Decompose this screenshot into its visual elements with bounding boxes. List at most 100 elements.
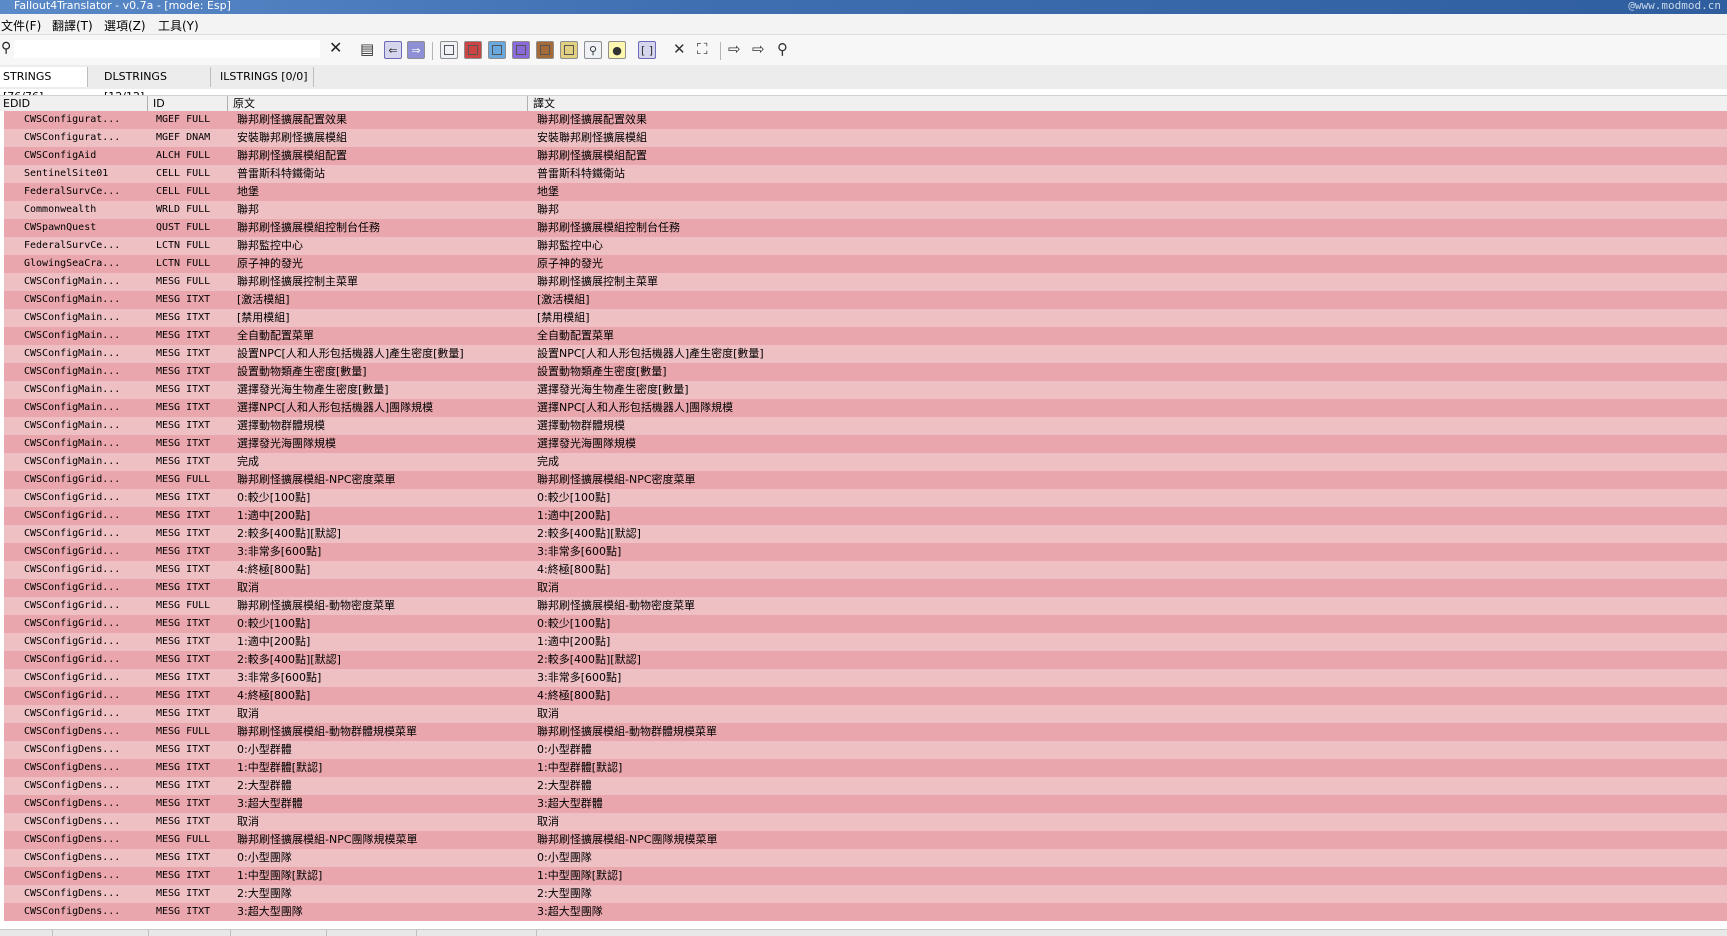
table-row[interactable]: CWSpawnQuest QUST FULL 聯邦刷怪擴展模組控制台任務 聯邦刷怪擴展… xyxy=(0,219,1727,237)
cell-source: 選擇NPC[人和人形包括機器人]團隊規模 xyxy=(237,401,434,414)
cell-edid: CWSConfigDens... xyxy=(24,852,121,863)
next-arrow-icon[interactable]: ⇒ xyxy=(407,41,425,59)
table-row[interactable]: CWSConfigGrid... MESG ITXT 4:終極[800點] 4:終極[… xyxy=(0,561,1727,579)
cell-id: MESG ITXT xyxy=(156,708,211,719)
lightbulb-icon[interactable]: ● xyxy=(608,41,626,59)
table-row[interactable]: SentinelSite01 CELL FULL 普雷斯科特鐵衛站 普雷斯科特鐵衛站 xyxy=(0,165,1727,183)
prev-arrow-icon[interactable]: ⇐ xyxy=(384,41,402,59)
yellow-list-icon[interactable] xyxy=(560,41,578,59)
table-row[interactable]: CWSConfigDens... MESG FULL 聯邦刷怪擴展模組-動物群體規模… xyxy=(0,723,1727,741)
cell-id: MESG ITXT xyxy=(156,618,211,629)
cell-edid: CWSConfigMain... xyxy=(24,330,121,341)
tree-view-icon[interactable]: ▤ xyxy=(360,40,374,58)
table-row[interactable]: CWSConfigDens... MESG ITXT 3:超大型群體 3:超大型群體 xyxy=(0,795,1727,813)
table-row[interactable]: CWSConfigGrid... MESG ITXT 1:適中[200點] 1:適中[… xyxy=(0,633,1727,651)
tab-dlstrings[interactable]: DLSTRINGS [12/12] xyxy=(101,67,211,103)
column-translation[interactable]: 譯文 xyxy=(530,96,1727,111)
cell-id: MESG FULL xyxy=(156,726,211,737)
cell-source: 選擇動物群體規模 xyxy=(237,419,325,432)
table-row[interactable]: CWSConfigMain... MESG ITXT 設置動物類產生密度[數量] 設置… xyxy=(0,363,1727,381)
table-row[interactable]: CWSConfigGrid... MESG ITXT 0:較少[100點] 0:較少[… xyxy=(0,615,1727,633)
column-edid[interactable]: EDID xyxy=(0,96,148,111)
cell-translation: 聯邦刷怪擴展控制主菜單 xyxy=(537,275,658,288)
table-row[interactable]: CWSConfigGrid... MESG ITXT 2:較多[400點][默認] 2… xyxy=(0,651,1727,669)
table-row[interactable]: CWSConfigMain... MESG ITXT 選擇發光海生物產生密度[數量]… xyxy=(0,381,1727,399)
cell-source: 取消 xyxy=(237,707,259,720)
cell-source: 完成 xyxy=(237,455,259,468)
table-row[interactable]: CWSConfigMain... MESG ITXT 全自動配置菜單 全自動配置菜單 xyxy=(0,327,1727,345)
table-row[interactable]: CWSConfigDens... MESG ITXT 2:大型團隊 2:大型團隊 xyxy=(0,885,1727,903)
cell-edid: FederalSurvCe... xyxy=(24,186,121,197)
cell-source: 3:超大型群體 xyxy=(237,797,303,810)
search-input[interactable] xyxy=(14,40,320,58)
table-row[interactable]: CWSConfigMain... MESG ITXT [激活模組] [激活模組] xyxy=(0,291,1727,309)
table-row[interactable]: CWSConfigGrid... MESG ITXT 3:非常多[600點] 3:非常… xyxy=(0,543,1727,561)
cell-translation: 0:小型團隊 xyxy=(537,851,592,864)
fullscreen-icon[interactable]: ⛶ xyxy=(697,40,708,58)
table-row[interactable]: CWSConfigGrid... MESG ITXT 3:非常多[600點] 3:非常… xyxy=(0,669,1727,687)
export-icon[interactable]: ⇨ xyxy=(728,40,741,58)
table-row[interactable]: CWSConfigAid ALCH FULL 聯邦刷怪擴展模組配置 聯邦刷怪擴展模組配… xyxy=(0,147,1727,165)
table-row[interactable]: CWSConfigGrid... MESG ITXT 1:適中[200點] 1:適中[… xyxy=(0,507,1727,525)
table-row[interactable]: CWSConfigMain... MESG ITXT 設置NPC[人和人形包括機器人… xyxy=(0,345,1727,363)
table-row[interactable]: CWSConfigMain... MESG ITXT 選擇動物群體規模 選擇動物群體規… xyxy=(0,417,1727,435)
delete-icon[interactable]: ✕ xyxy=(673,40,686,58)
table-row[interactable]: CWSConfigDens... MESG ITXT 0:小型群體 0:小型群體 xyxy=(0,741,1727,759)
table-row[interactable]: CWSConfigGrid... MESG ITXT 0:較少[100點] 0:較少[… xyxy=(0,489,1727,507)
tab-strings[interactable]: STRINGS [76/76] xyxy=(0,67,88,103)
list-view-icon[interactable] xyxy=(440,41,458,59)
bracket-icon[interactable]: [ ] xyxy=(638,41,656,59)
cell-id: MESG ITXT xyxy=(156,906,211,917)
search-zoom-icon[interactable]: ⚲ xyxy=(584,41,602,59)
table-row[interactable]: CWSConfigMain... MESG ITXT 完成 完成 xyxy=(0,453,1727,471)
column-id[interactable]: ID xyxy=(150,96,228,111)
clear-search-icon[interactable]: ✕ xyxy=(329,40,342,56)
cell-edid: CWSConfigMain... xyxy=(24,294,121,305)
table-row[interactable]: CWSConfigMain... MESG ITXT [禁用模組] [禁用模組] xyxy=(0,309,1727,327)
cell-id: MGEF FULL xyxy=(156,114,211,125)
table-row[interactable]: CWSConfigDens... MESG ITXT 0:小型團隊 0:小型團隊 xyxy=(0,849,1727,867)
cell-source: 聯邦刷怪擴展模組控制台任務 xyxy=(237,221,380,234)
tab-ilstrings[interactable]: ILSTRINGS [0/0] xyxy=(217,67,314,87)
cell-source: 0:較少[100點] xyxy=(237,617,311,630)
table-row[interactable]: GlowingSeaCra... LCTN FULL 原子神的發光 原子神的發光 xyxy=(0,255,1727,273)
cell-edid: CWSConfigDens... xyxy=(24,870,121,881)
find-user-icon[interactable]: ⚲ xyxy=(777,40,788,58)
table-row[interactable]: CWSConfigGrid... MESG FULL 聯邦刷怪擴展模組-動物密度菜單… xyxy=(0,597,1727,615)
red-box-icon[interactable] xyxy=(464,41,482,59)
export-alt-icon[interactable]: ⇨ xyxy=(752,40,765,58)
table-row[interactable]: Commonwealth WRLD FULL 聯邦 聯邦 xyxy=(0,201,1727,219)
table-row[interactable]: CWSConfigMain... MESG FULL 聯邦刷怪擴展控制主菜單 聯邦刷怪… xyxy=(0,273,1727,291)
table-row[interactable]: CWSConfigDens... MESG FULL 聯邦刷怪擴展模組-NPC團隊規… xyxy=(0,831,1727,849)
table-row[interactable]: CWSConfigDens... MESG ITXT 2:大型群體 2:大型群體 xyxy=(0,777,1727,795)
table-row[interactable]: CWSConfigMain... MESG ITXT 選擇發光海團隊規模 選擇發光海團… xyxy=(0,435,1727,453)
blue-list-icon[interactable] xyxy=(488,41,506,59)
column-source[interactable]: 原文 xyxy=(230,96,528,111)
cell-id: MESG FULL xyxy=(156,834,211,845)
cell-source: 1:中型群體[默認] xyxy=(237,761,323,774)
table-row[interactable]: CWSConfigDens... MESG ITXT 取消 取消 xyxy=(0,813,1727,831)
table-row[interactable]: FederalSurvCe... CELL FULL 地堡 地堡 xyxy=(0,183,1727,201)
cell-translation: 選擇發光海生物產生密度[數量] xyxy=(537,383,689,396)
menu-file[interactable]: 文件(F) xyxy=(1,17,41,34)
table-row[interactable]: CWSConfigGrid... MESG ITXT 取消 取消 xyxy=(0,705,1727,723)
brown-box-icon[interactable] xyxy=(536,41,554,59)
table-row[interactable]: CWSConfigurat... MGEF FULL 聯邦刷怪擴展配置效果 聯邦刷怪擴… xyxy=(0,111,1727,129)
table-row[interactable]: CWSConfigGrid... MESG ITXT 取消 取消 xyxy=(0,579,1727,597)
cell-id: ALCH FULL xyxy=(156,150,211,161)
table-row[interactable]: CWSConfigGrid... MESG ITXT 2:較多[400點][默認] 2… xyxy=(0,525,1727,543)
table-row[interactable]: CWSConfigurat... MGEF DNAM 安裝聯邦刷怪擴展模組 安裝聯邦刷… xyxy=(0,129,1727,147)
menu-options[interactable]: 選項(Z) xyxy=(104,17,146,34)
purple-box-icon[interactable] xyxy=(512,41,530,59)
table-row[interactable]: CWSConfigGrid... MESG FULL 聯邦刷怪擴展模組-NPC密度菜… xyxy=(0,471,1727,489)
table-row[interactable]: CWSConfigMain... MESG ITXT 選擇NPC[人和人形包括機器人… xyxy=(0,399,1727,417)
table-row[interactable]: CWSConfigGrid... MESG ITXT 4:終極[800點] 4:終極[… xyxy=(0,687,1727,705)
menu-translate[interactable]: 翻譯(T) xyxy=(52,17,93,34)
cell-translation: 1:適中[200點] xyxy=(537,635,611,648)
table-row[interactable]: CWSConfigDens... MESG ITXT 3:超大型團隊 3:超大型團隊 xyxy=(0,903,1727,921)
table-row[interactable]: FederalSurvCe... LCTN FULL 聯邦監控中心 聯邦監控中心 xyxy=(0,237,1727,255)
menu-tools[interactable]: 工具(Y) xyxy=(158,17,199,34)
table-row[interactable]: CWSConfigDens... MESG ITXT 1:中型團隊[默認] 1:中型團… xyxy=(0,867,1727,885)
table-row[interactable]: CWSConfigDens... MESG ITXT 1:中型群體[默認] 1:中型群… xyxy=(0,759,1727,777)
menu-bar: 文件(F) 翻譯(T) 選項(Z) 工具(Y) xyxy=(0,14,1727,35)
